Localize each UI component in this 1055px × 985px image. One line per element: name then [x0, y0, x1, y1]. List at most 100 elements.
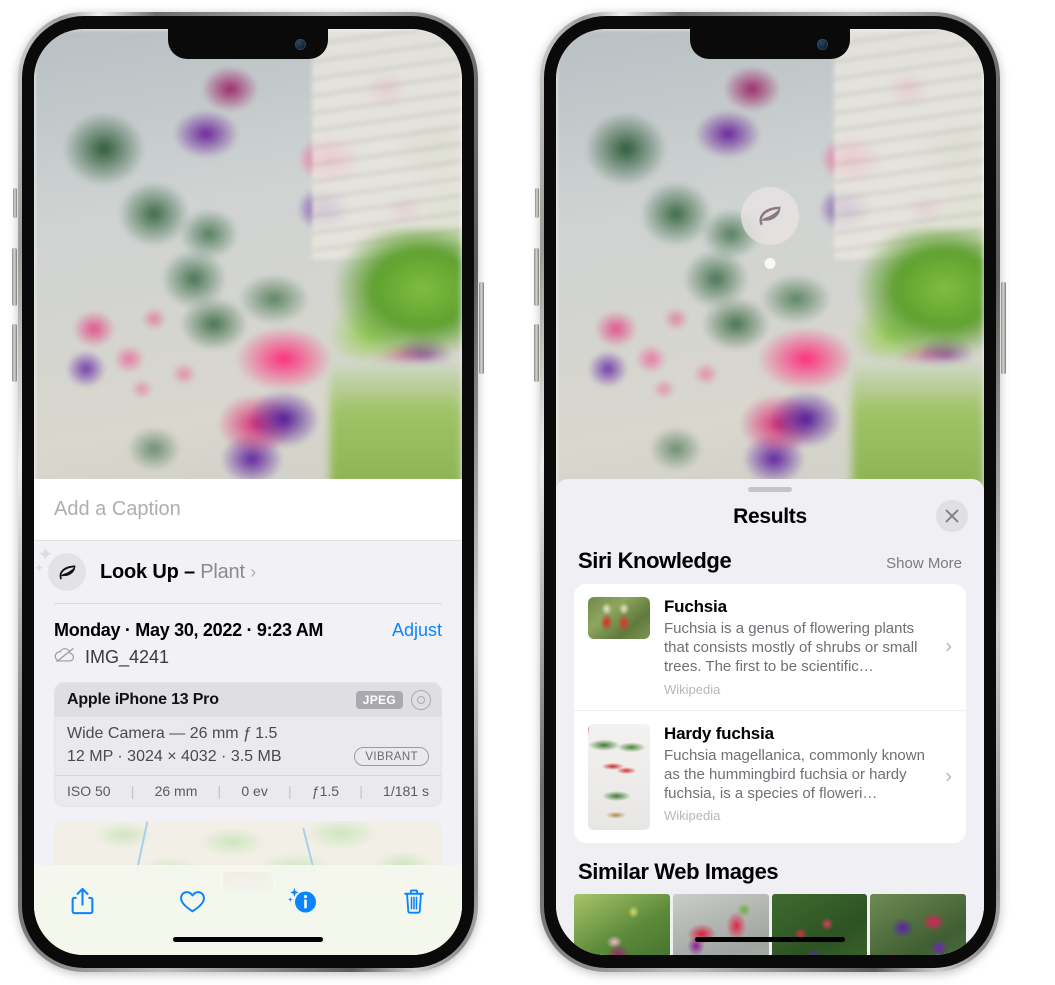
result-title: Fuchsia — [664, 597, 727, 616]
photo-background-siding — [312, 29, 462, 259]
look-up-label: Look Up – Plant › — [100, 561, 256, 584]
camera-card-body: Wide Camera — 26 mm ƒ 1.5 12 MP · 3024 ×… — [55, 717, 441, 775]
siri-knowledge-header: Siri Knowledge Show More — [556, 542, 984, 584]
right-iphone-device: Results Siri Knowledge Show More Fuchsia… — [534, 12, 1006, 972]
format-badge: JPEG — [355, 691, 403, 709]
delete-button[interactable] — [392, 881, 436, 921]
web-image-2[interactable] — [672, 893, 769, 955]
caption-input-row[interactable]: Add a Caption — [34, 479, 462, 541]
left-phone-screen: Add a Caption ✦ ✦ Look Up – Plant › Mond… — [34, 29, 462, 955]
result-source: Wikipedia — [664, 681, 721, 697]
result-text: Hardy fuchsia Fuchsia magellanica, commo… — [664, 724, 952, 824]
front-camera-icon — [295, 39, 306, 50]
exif-separator: | — [359, 783, 363, 799]
photo-background-trees — [330, 229, 462, 379]
similar-web-images-header: Similar Web Images — [556, 843, 984, 894]
visual-lookup-badge[interactable] — [741, 187, 799, 269]
right-phone-bezel: Results Siri Knowledge Show More Fuchsia… — [544, 16, 996, 968]
icloud-slash-icon — [54, 647, 76, 668]
look-up-row[interactable]: ✦ ✦ Look Up – Plant › — [34, 541, 462, 603]
exif-iso: ISO 50 — [67, 783, 111, 799]
web-image-1[interactable] — [574, 893, 670, 955]
exif-separator: | — [217, 783, 222, 799]
siri-knowledge-card-group: Fuchsia Fuchsia is a genus of flowering … — [574, 584, 966, 843]
camera-specs-row: 12 MP · 3024 × 4032 · 3.5 MB VIBRANT — [67, 747, 429, 766]
result-text: Fuchsia Fuchsia is a genus of flowering … — [664, 597, 952, 697]
device-notch — [690, 29, 850, 59]
exif-aperture: ƒ1.5 — [311, 783, 340, 799]
chevron-right-icon: › — [945, 635, 952, 658]
file-row: IMG_4241 — [34, 645, 462, 682]
photo-info-panel: Add a Caption ✦ ✦ Look Up – Plant › Mond… — [34, 479, 462, 955]
knowledge-result-row[interactable]: Hardy fuchsia Fuchsia magellanica, commo… — [574, 709, 966, 843]
volume-down-button[interactable] — [534, 324, 539, 382]
volume-up-button[interactable] — [12, 248, 17, 306]
caption-placeholder: Add a Caption — [54, 498, 181, 520]
exif-row: ISO 50 | 26 mm | 0 ev | ƒ1.5 | 1/181 s — [55, 775, 441, 806]
photo-background-lawn — [852, 359, 984, 489]
photographic-style-badge: VIBRANT — [354, 747, 429, 766]
photo-filename: IMG_4241 — [85, 647, 170, 667]
similar-web-images-strip[interactable] — [556, 893, 984, 955]
silence-switch[interactable] — [13, 188, 17, 218]
look-up-text: Look Up — [100, 560, 179, 583]
exif-separator: | — [288, 783, 292, 799]
exif-focal: 26 mm — [154, 783, 198, 799]
side-power-button[interactable] — [1001, 282, 1006, 374]
silence-switch[interactable] — [535, 188, 539, 218]
sparkle-small-icon: ✦ — [34, 561, 45, 575]
photo-date: Monday · May 30, 2022 · 9:23 AM — [54, 620, 324, 640]
photo-background-trees — [852, 229, 984, 379]
camera-model: Apple iPhone 13 Pro — [67, 691, 219, 708]
leaf-icon: ✦ ✦ — [34, 545, 86, 591]
home-indicator[interactable] — [173, 937, 323, 942]
right-phone-screen: Results Siri Knowledge Show More Fuchsia… — [556, 29, 984, 955]
camera-card-header: Apple iPhone 13 Pro JPEG — [55, 683, 441, 717]
lens-description: Wide Camera — 26 mm ƒ 1.5 — [67, 725, 278, 742]
info-button[interactable] — [281, 881, 325, 921]
chevron-right-icon: › — [945, 765, 952, 788]
sheet-header: Results — [556, 492, 984, 542]
volume-down-button[interactable] — [12, 324, 17, 382]
device-notch — [168, 29, 328, 59]
side-power-button[interactable] — [479, 282, 484, 374]
result-description: Fuchsia magellanica, commonly known as t… — [664, 746, 925, 802]
exif-separator: | — [130, 783, 135, 799]
badge-pointer-dot — [764, 258, 776, 269]
results-sheet: Results Siri Knowledge Show More Fuchsia… — [556, 479, 984, 955]
close-icon[interactable] — [936, 500, 968, 532]
screenshot-canvas: Add a Caption ✦ ✦ Look Up – Plant › Mond… — [0, 0, 1055, 985]
volume-up-button[interactable] — [534, 248, 539, 306]
left-iphone-device: Add a Caption ✦ ✦ Look Up – Plant › Mond… — [12, 12, 484, 972]
result-source: Wikipedia — [664, 808, 721, 824]
result-description: Fuchsia is a genus of flowering plants t… — [664, 620, 918, 676]
look-up-subject: Plant — [200, 560, 245, 583]
exif-ev: 0 ev — [241, 783, 268, 799]
front-camera-icon — [817, 39, 828, 50]
look-up-dash: – — [183, 560, 195, 583]
web-image-3[interactable] — [771, 893, 868, 955]
result-thumbnail — [588, 723, 650, 830]
show-more-button[interactable]: Show More — [886, 555, 962, 572]
camera-header-badges: JPEG — [355, 690, 431, 710]
exif-shutter: 1/181 s — [383, 783, 429, 799]
date-row: Monday · May 30, 2022 · 9:23 AM Adjust — [34, 604, 462, 645]
lens-icon — [411, 690, 431, 710]
result-thumbnail — [588, 597, 650, 639]
section-title: Siri Knowledge — [578, 548, 732, 573]
home-indicator[interactable] — [695, 937, 845, 942]
result-title: Hardy fuchsia — [664, 723, 774, 743]
photo-background-siding — [834, 29, 984, 259]
photo-background-lawn — [330, 359, 462, 489]
photo-specs: 12 MP · 3024 × 4032 · 3.5 MB — [67, 747, 282, 765]
knowledge-result-row[interactable]: Fuchsia Fuchsia is a genus of flowering … — [574, 584, 966, 710]
chevron-right-icon: › — [250, 561, 256, 582]
sheet-title: Results — [733, 505, 807, 528]
left-phone-bezel: Add a Caption ✦ ✦ Look Up – Plant › Mond… — [22, 16, 474, 968]
section-title: Similar Web Images — [578, 858, 779, 884]
web-image-4[interactable] — [870, 893, 966, 955]
share-button[interactable] — [60, 881, 104, 921]
adjust-button[interactable]: Adjust — [392, 620, 442, 641]
camera-metadata-card[interactable]: Apple iPhone 13 Pro JPEG Wide Camera — 2… — [54, 682, 442, 807]
favorite-button[interactable] — [171, 881, 215, 921]
